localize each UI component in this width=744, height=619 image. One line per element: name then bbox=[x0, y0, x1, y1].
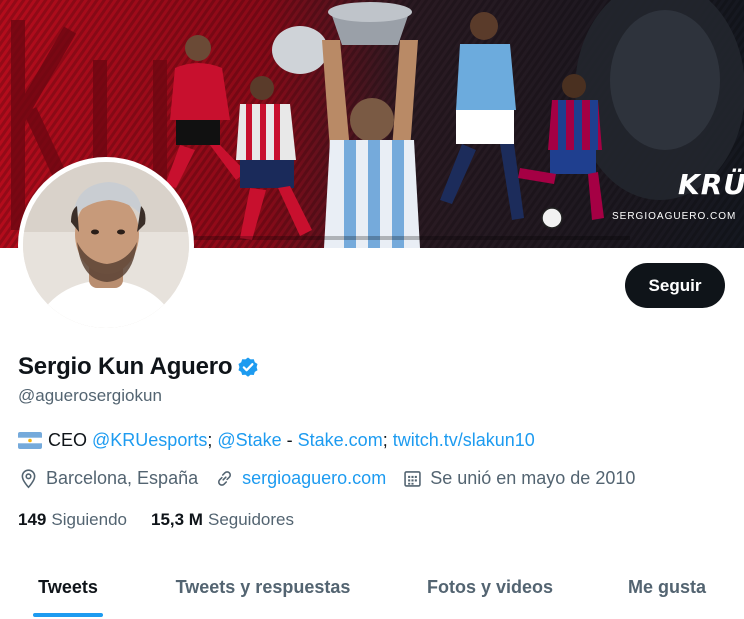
calendar-icon bbox=[402, 468, 423, 489]
follow-button[interactable]: Seguir bbox=[625, 263, 725, 308]
location-text: Barcelona, España bbox=[46, 468, 199, 488]
bio-ceo-text: CEO bbox=[48, 430, 93, 450]
location-item: Barcelona, España bbox=[18, 468, 198, 489]
following-label: Siguiendo bbox=[51, 510, 127, 529]
active-tab-indicator bbox=[33, 613, 103, 617]
profile-handle: @aguerosergiokun bbox=[18, 386, 162, 405]
followers-stat[interactable]: 15,3 M Seguidores bbox=[151, 510, 294, 530]
location-pin-icon bbox=[18, 468, 39, 489]
bio-separator: ; bbox=[207, 430, 218, 450]
tab-tweets[interactable]: Tweets bbox=[0, 555, 136, 619]
profile-bio: CEO @KRUesports ; @Stake - Stake.com ; t… bbox=[18, 430, 535, 451]
link-icon bbox=[214, 468, 235, 489]
bio-link-stake-handle[interactable]: @Stake bbox=[217, 430, 281, 451]
bio-separator: - bbox=[281, 430, 298, 450]
argentina-flag-icon bbox=[18, 432, 42, 449]
joined-text: Se unió en mayo de 2010 bbox=[430, 468, 636, 488]
joined-item: Se unió en mayo de 2010 bbox=[402, 468, 635, 489]
tab-likes-label: Me gusta bbox=[627, 576, 706, 597]
bio-link-kruesports[interactable]: @KRUesports bbox=[92, 430, 207, 451]
website-link[interactable]: sergioaguero.com bbox=[242, 468, 386, 489]
profile-meta-row: Barcelona, España sergioaguero.com Se un… bbox=[18, 468, 651, 489]
followers-count: 15,3 M bbox=[151, 510, 203, 529]
tab-tweets-and-replies[interactable]: Tweets y respuestas bbox=[136, 555, 390, 619]
tab-tweets-and-replies-label: Tweets y respuestas bbox=[175, 576, 351, 597]
display-name: Sergio Kun Aguero bbox=[18, 353, 233, 380]
tab-photos-and-videos[interactable]: Fotos y videos bbox=[390, 555, 590, 619]
bio-link-twitch[interactable]: twitch.tv/slakun10 bbox=[393, 430, 535, 451]
bio-separator: ; bbox=[382, 430, 393, 450]
profile-avatar[interactable] bbox=[18, 157, 194, 333]
tab-photos-and-videos-label: Fotos y videos bbox=[426, 576, 554, 597]
banner-brand-logo: KRÜ bbox=[678, 168, 744, 201]
follow-stats: 149 Siguiendo 15,3 M Seguidores bbox=[18, 510, 318, 530]
tab-likes[interactable]: Me gusta bbox=[590, 555, 744, 619]
bio-link-stake-site[interactable]: Stake.com bbox=[298, 430, 383, 451]
verified-badge-icon[interactable] bbox=[236, 355, 260, 379]
followers-label: Seguidores bbox=[207, 510, 294, 529]
following-stat[interactable]: 149 Siguiendo bbox=[18, 510, 127, 530]
profile-tabs: Tweets Tweets y respuestas Fotos y video… bbox=[0, 555, 744, 619]
website-item[interactable]: sergioaguero.com bbox=[214, 468, 386, 489]
profile-name-row: Sergio Kun Aguero bbox=[18, 353, 260, 381]
tab-tweets-label: Tweets bbox=[38, 576, 98, 597]
following-count: 149 bbox=[18, 510, 47, 529]
banner-website-caption: SERGIOAGUERO.COM bbox=[612, 211, 737, 222]
